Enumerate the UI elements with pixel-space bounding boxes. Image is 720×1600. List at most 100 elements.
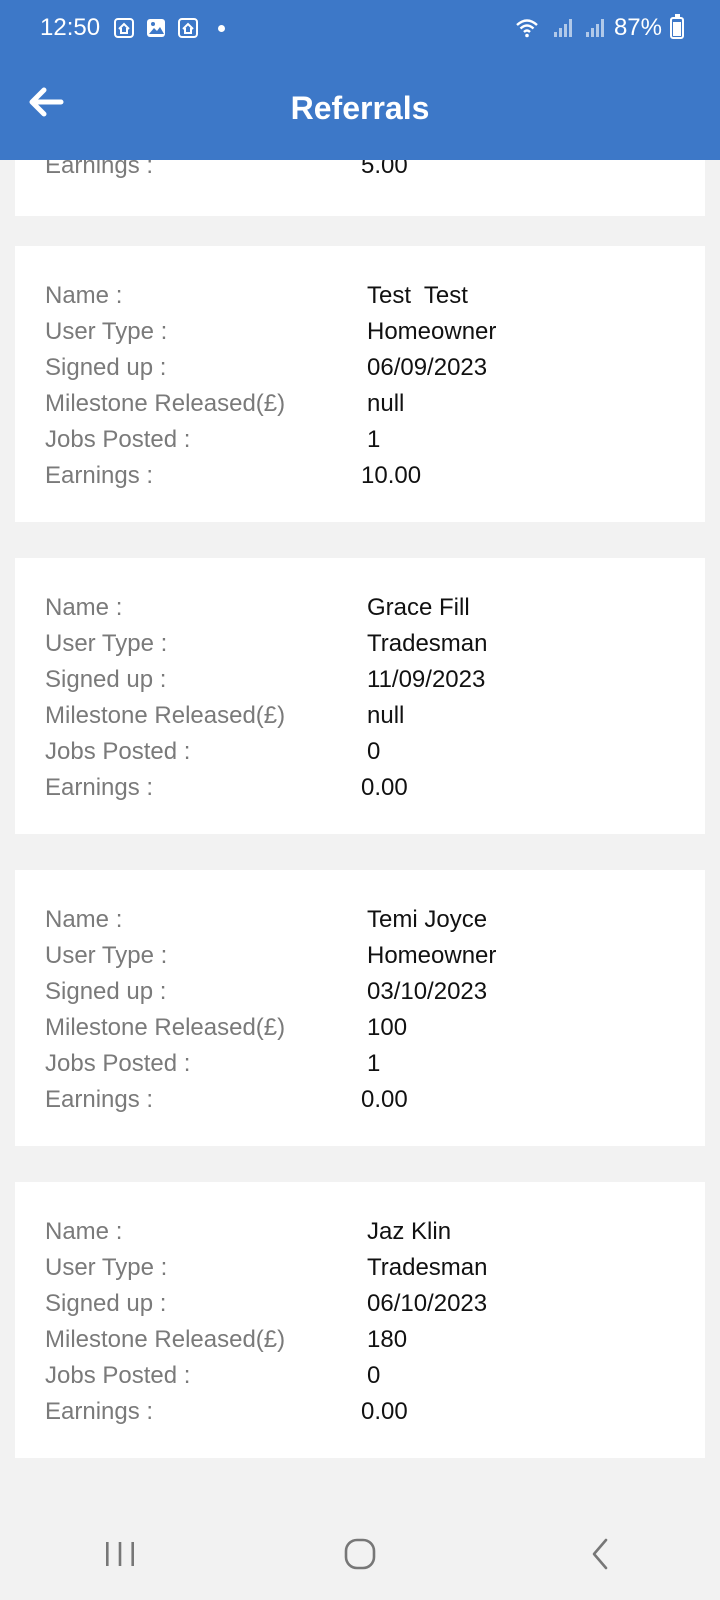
user-type-label: User Type :	[45, 1254, 168, 1281]
name-row: Name : Grace Fill	[15, 590, 705, 626]
earnings-row: Earnings : 0.00	[15, 770, 705, 806]
signed-up-row: Signed up : 06/10/2023	[15, 1286, 705, 1322]
milestone-row: Milestone Released(£) null	[15, 698, 705, 734]
milestone-value: 180	[367, 1326, 408, 1353]
user-type-label: User Type :	[45, 630, 168, 657]
jobs-posted-row: Jobs Posted : 0	[15, 734, 705, 770]
jobs-posted-value: 1	[367, 1050, 381, 1077]
user-type-row: User Type : Homeowner	[15, 938, 705, 974]
wifi-icon	[516, 19, 538, 38]
milestone-label: Milestone Released(£)	[45, 1014, 286, 1041]
earnings-value: 10.00	[361, 462, 422, 489]
jobs-posted-value: 0	[367, 738, 381, 765]
milestone-value: 100	[367, 1014, 408, 1041]
home-notification-icon	[114, 18, 135, 38]
earnings-value: 5.00	[361, 160, 408, 179]
name-row: Name : Test Test	[15, 278, 705, 314]
status-notification-icons	[112, 16, 226, 40]
jobs-posted-label: Jobs Posted :	[45, 1362, 191, 1389]
user-type-row: User Type : Tradesman	[15, 626, 705, 662]
signal-icon-2	[585, 19, 604, 37]
image-notification-icon	[147, 19, 166, 37]
home-notification-icon-2	[178, 18, 199, 38]
user-type-value: Homeowner	[367, 942, 497, 969]
nav-back-button[interactable]	[570, 1524, 630, 1584]
user-type-value: Tradesman	[367, 630, 488, 657]
earnings-label: Earnings :	[45, 1086, 154, 1113]
user-type-value: Homeowner	[367, 318, 497, 345]
milestone-label: Milestone Released(£)	[45, 1326, 286, 1353]
name-value: Test Test	[367, 282, 468, 309]
jobs-posted-row: Jobs Posted : 1	[15, 422, 705, 458]
earnings-row: Earnings : 10.00	[15, 458, 705, 494]
jobs-posted-label: Jobs Posted :	[45, 738, 191, 765]
home-icon	[344, 1538, 376, 1570]
recent-apps-button[interactable]	[90, 1524, 150, 1584]
page-title: Referrals	[290, 89, 430, 126]
earnings-label: Earnings :	[45, 1398, 154, 1425]
signed-up-row: Signed up : 11/09/2023	[15, 662, 705, 698]
signed-up-row: Signed up : 03/10/2023	[15, 974, 705, 1010]
name-label: Name :	[45, 906, 123, 933]
name-value: Temi Joyce	[367, 906, 488, 933]
referral-card: Name : Grace Fill User Type : Tradesman Si…	[15, 558, 705, 834]
signal-icon	[553, 19, 572, 37]
signed-up-value: 06/10/2023	[367, 1290, 488, 1317]
earnings-value: 0.00	[361, 774, 408, 801]
name-row: Name : Temi Joyce	[15, 902, 705, 938]
signed-up-label: Signed up :	[45, 1290, 167, 1317]
milestone-label: Milestone Released(£)	[45, 702, 286, 729]
signed-up-value: 11/09/2023	[367, 666, 486, 693]
home-button[interactable]	[330, 1524, 390, 1584]
user-type-row: User Type : Tradesman	[15, 1250, 705, 1286]
earnings-row: Earnings : 0.00	[15, 1082, 705, 1118]
jobs-posted-label: Jobs Posted :	[45, 426, 191, 453]
earnings-value: 0.00	[361, 1398, 408, 1425]
referral-card: Name : Jaz Klin User Type : Tradesman Sign…	[15, 1182, 705, 1458]
user-type-row: User Type : Homeowner	[15, 314, 705, 350]
earnings-label: Earnings :	[45, 462, 154, 489]
milestone-label: Milestone Released(£)	[45, 390, 286, 417]
signed-up-label: Signed up :	[45, 354, 167, 381]
jobs-posted-row: Jobs Posted : 1	[15, 1046, 705, 1082]
milestone-row: Milestone Released(£) 100	[15, 1010, 705, 1046]
signed-up-value: 06/09/2023	[367, 354, 488, 381]
signed-up-value: 03/10/2023	[367, 978, 488, 1005]
earnings-value: 0.00	[361, 1086, 408, 1113]
jobs-posted-label: Jobs Posted :	[45, 1050, 191, 1077]
referral-card-partial: Earnings : 5.00	[15, 160, 705, 216]
jobs-posted-row: Jobs Posted : 0	[15, 1358, 705, 1394]
status-system-icons: 87%	[512, 14, 684, 42]
nav-back-icon	[592, 1538, 608, 1570]
name-value: Jaz Klin	[367, 1218, 452, 1245]
app-header: 12:50 87% Referrals	[0, 0, 720, 160]
back-button[interactable]	[26, 82, 66, 122]
battery-icon	[670, 14, 684, 39]
referral-card: Name : Test Test User Type : Homeowner Sig…	[15, 246, 705, 522]
toolbar: Referrals	[0, 56, 720, 160]
battery-percent: 87%	[613, 14, 662, 41]
name-value: Grace Fill	[367, 594, 470, 621]
jobs-posted-value: 0	[367, 1362, 381, 1389]
more-notifications-dot-icon	[218, 24, 226, 32]
earnings-row: Earnings : 5.00	[15, 160, 705, 184]
milestone-row: Milestone Released(£) null	[15, 386, 705, 422]
back-arrow-icon	[29, 87, 64, 117]
earnings-row: Earnings : 0.00	[15, 1394, 705, 1430]
signed-up-label: Signed up :	[45, 978, 167, 1005]
user-type-label: User Type :	[45, 942, 168, 969]
milestone-value: null	[367, 702, 405, 729]
system-navigation-bar	[0, 1508, 720, 1600]
referrals-list[interactable]: Earnings : 5.00 Name : Test Test User Typ…	[0, 160, 720, 1508]
user-type-value: Tradesman	[367, 1254, 488, 1281]
milestone-value: null	[367, 390, 405, 417]
status-bar: 12:50 87%	[0, 0, 720, 56]
earnings-label: Earnings :	[45, 774, 154, 801]
user-type-label: User Type :	[45, 318, 168, 345]
name-row: Name : Jaz Klin	[15, 1214, 705, 1250]
name-label: Name :	[45, 594, 123, 621]
signed-up-row: Signed up : 06/09/2023	[15, 350, 705, 386]
milestone-row: Milestone Released(£) 180	[15, 1322, 705, 1358]
status-time: 12:50	[40, 14, 101, 41]
referral-card: Name : Temi Joyce User Type : Homeowner Si…	[15, 870, 705, 1146]
